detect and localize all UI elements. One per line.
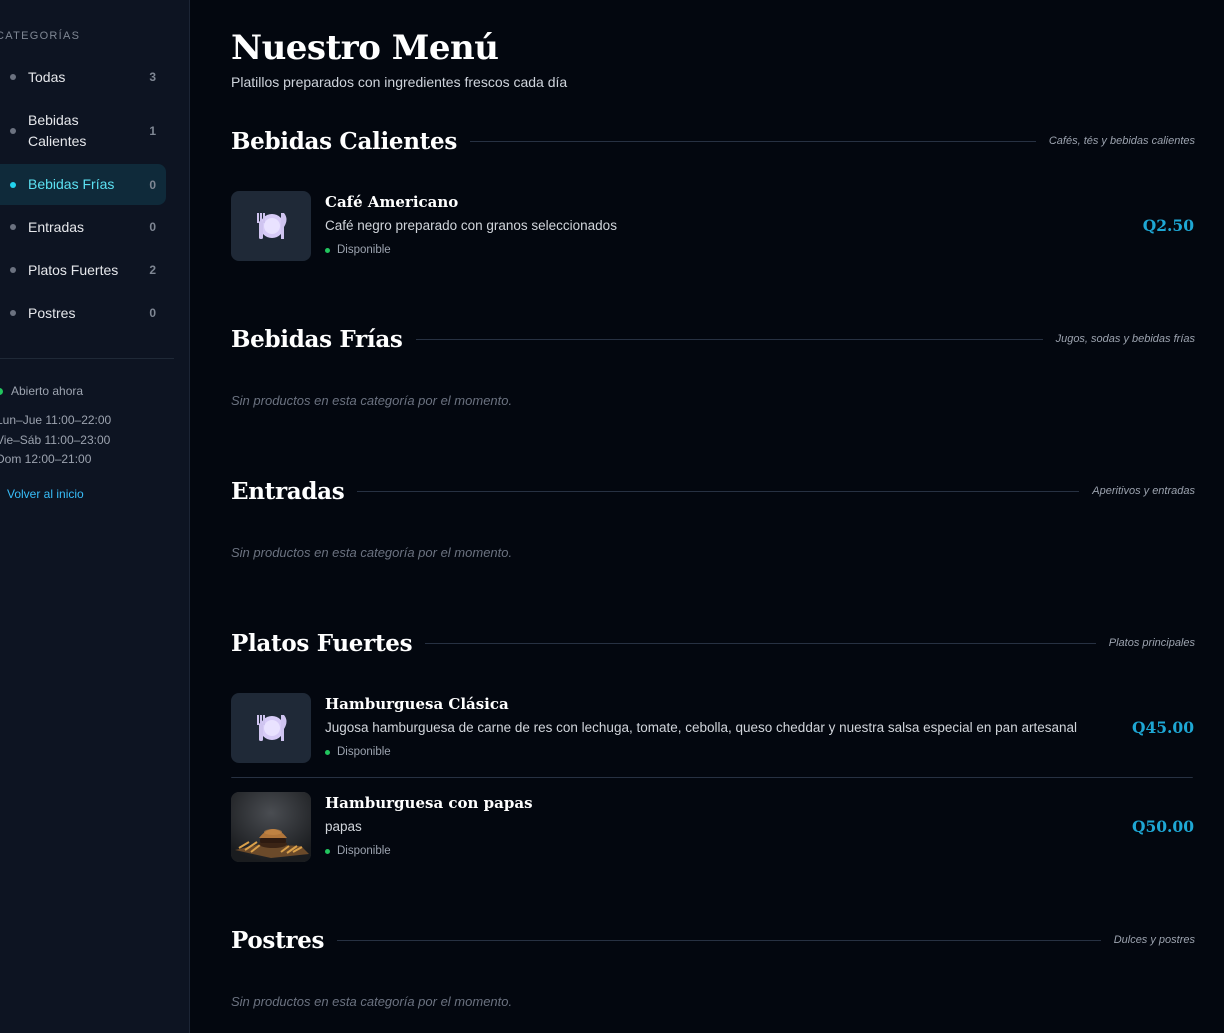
section-description: Platos principales <box>1108 637 1195 649</box>
section-entradas: Entradas Aperitivos y entradas <box>231 476 1195 506</box>
section-header: Bebidas Calientes Cafés, tés y bebidas c… <box>231 126 1195 156</box>
sidebar-divider <box>0 358 174 359</box>
section-title: Bebidas Frías <box>231 325 403 353</box>
section-title: Entradas <box>231 477 345 505</box>
section-postres: Postres Dulces y postres <box>231 925 1195 955</box>
item-image <box>231 191 311 261</box>
item-price: Q45.00 <box>1131 718 1194 737</box>
bullet-icon <box>10 224 16 230</box>
hours-line: Lun–Jue 11:00–22:00 <box>0 413 112 427</box>
item-image <box>231 693 311 763</box>
item-description: Café negro preparado con granos seleccio… <box>325 218 617 233</box>
menu-item[interactable]: Café Americano Café negro preparado con … <box>231 191 1195 261</box>
bullet-icon <box>10 267 16 273</box>
availability-text: Disponible <box>337 845 391 857</box>
categories-heading: CATEGORÍAS <box>0 30 81 42</box>
availability-badge: Disponible <box>325 244 391 256</box>
section-bebidas-calientes: Bebidas Calientes Cafés, tés y bebidas c… <box>231 126 1195 156</box>
section-header: Bebidas Frías Jugos, sodas y bebidas frí… <box>231 324 1195 354</box>
menu-item[interactable]: Hamburguesa con papas papas Disponible Q… <box>231 792 1195 862</box>
sidebar-item-postres[interactable]: Postres 0 <box>0 302 166 324</box>
item-divider <box>231 777 1193 778</box>
sidebar-item-bebidas-calientes[interactable]: Bebidas Calientes 1 <box>0 109 166 152</box>
section-title: Platos Fuertes <box>231 629 413 657</box>
sidebar-item-label: Bebidas Frías <box>28 176 115 192</box>
section-header: Entradas Aperitivos y entradas <box>231 476 1195 506</box>
sidebar-item-count: 1 <box>149 123 156 138</box>
section-divider <box>415 338 1043 340</box>
sidebar-item-label: Bebidas Calientes <box>28 111 87 149</box>
plate-icon <box>257 715 287 741</box>
hours-line: Dom 12:00–21:00 <box>0 452 92 466</box>
availability-text: Disponible <box>337 746 391 758</box>
bullet-icon <box>10 127 16 134</box>
empty-state-text: Sin productos en esta categoría por el m… <box>231 393 513 408</box>
open-status: Abierto ahora <box>0 384 83 398</box>
hours-line: Vie–Sáb 11:00–23:00 <box>0 432 111 447</box>
empty-state-text: Sin productos en esta categoría por el m… <box>231 545 513 560</box>
item-name: Hamburguesa con papas <box>325 794 533 812</box>
section-title: Postres <box>231 926 325 954</box>
available-dot-icon <box>325 749 330 755</box>
menu-content: Nuestro Menú Platillos preparados con in… <box>231 0 1195 1033</box>
section-description: Jugos, sodas y bebidas frías <box>1055 333 1195 345</box>
sidebar-item-count: 0 <box>149 306 156 320</box>
sidebar-item-count: 0 <box>149 177 156 192</box>
sidebar-item-count: 3 <box>149 70 156 84</box>
section-header: Postres Dulces y postres <box>231 925 1195 955</box>
sidebar-item-count: 2 <box>149 263 156 277</box>
item-description: Jugosa hamburguesa de carne de res con l… <box>325 720 1077 735</box>
bullet-icon <box>10 310 16 316</box>
item-image <box>231 792 311 862</box>
section-description: Aperitivos y entradas <box>1092 485 1195 497</box>
back-link-label: Volver al inicio <box>7 487 84 501</box>
back-to-home-link[interactable]: ‹ Volver al inicio <box>0 487 84 501</box>
opening-hours: Lun–Jue 11:00–22:00 Vie–Sáb 11:00–23:00 … <box>0 411 111 470</box>
section-header: Platos Fuertes Platos principales <box>231 628 1195 658</box>
sidebar-item-platos-fuertes[interactable]: Platos Fuertes 2 <box>0 259 166 281</box>
burger-photo <box>231 792 311 862</box>
sidebar-item-label: Platos Fuertes <box>28 261 119 278</box>
sidebar-item-bebidas-frias[interactable]: Bebidas Frías 0 <box>0 164 166 205</box>
page-title: Nuestro Menú <box>231 28 499 68</box>
sidebar-item-label: Todas <box>28 68 66 85</box>
section-divider <box>357 490 1080 492</box>
menu-item[interactable]: Hamburguesa Clásica Jugosa hamburguesa d… <box>231 693 1195 763</box>
section-title: Bebidas Calientes <box>231 127 457 155</box>
item-name: Café Americano <box>325 193 459 211</box>
empty-state-text: Sin productos en esta categoría por el m… <box>231 994 513 1009</box>
available-dot-icon <box>325 247 330 253</box>
bullet-icon <box>10 74 16 80</box>
availability-text: Disponible <box>337 244 391 256</box>
sidebar-item-label: Entradas <box>28 218 85 235</box>
availability-badge: Disponible <box>325 845 391 857</box>
section-platos-fuertes: Platos Fuertes Platos principales <box>231 628 1195 658</box>
availability-badge: Disponible <box>325 746 391 758</box>
available-dot-icon <box>325 848 330 854</box>
status-text: Abierto ahora <box>11 384 84 398</box>
item-price: Q2.50 <box>1142 216 1194 235</box>
page-subtitle: Platillos preparados con ingredientes fr… <box>231 74 568 90</box>
item-name: Hamburguesa Clásica <box>325 695 509 713</box>
sidebar-item-todas[interactable]: Todas 3 <box>0 66 166 88</box>
sidebar: CATEGORÍAS Todas 3 Bebidas Calientes 1 B… <box>0 0 190 1033</box>
bullet-icon <box>10 181 16 188</box>
section-divider <box>469 140 1036 142</box>
item-description: papas <box>325 819 362 834</box>
sidebar-item-entradas[interactable]: Entradas 0 <box>0 216 166 238</box>
section-description: Dulces y postres <box>1113 934 1195 946</box>
sidebar-item-count: 0 <box>149 220 156 234</box>
section-divider <box>425 642 1096 644</box>
section-description: Cafés, tés y bebidas calientes <box>1048 135 1195 147</box>
section-bebidas-frias: Bebidas Frías Jugos, sodas y bebidas frí… <box>231 324 1195 354</box>
status-dot-icon <box>0 387 3 395</box>
sidebar-item-label: Postres <box>28 304 76 321</box>
section-divider <box>337 939 1101 941</box>
plate-icon <box>257 213 287 239</box>
item-price: Q50.00 <box>1131 817 1194 836</box>
